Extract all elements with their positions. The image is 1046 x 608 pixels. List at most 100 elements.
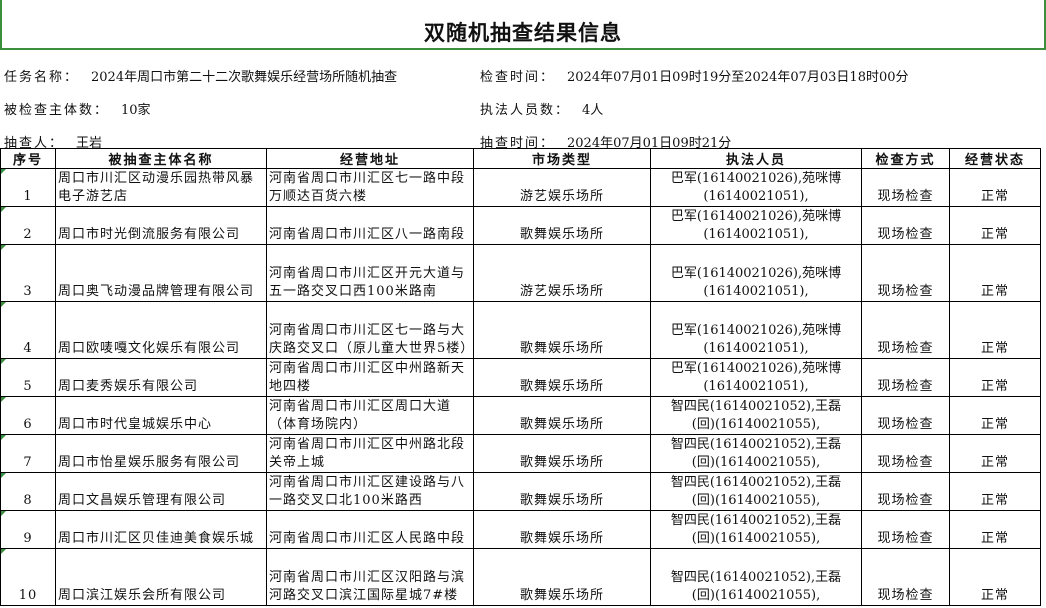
row-name-cell[interactable]: 周口欧唛嘎文化娱乐有限公司: [55, 301, 267, 359]
row-address-cell[interactable]: 河南省周口市川汇区七一路与大庆路交叉口（原儿童大世界5楼）: [266, 301, 474, 359]
row-officers-cell[interactable]: 巴军(16140021026),苑咪博 (16140021051),: [650, 168, 862, 207]
row-address-cell[interactable]: 河南省周口市川汇区中州路新天地四楼: [266, 358, 474, 397]
row-address-cell[interactable]: 河南省周口市川汇区七一路中段万顺达百货六楼: [266, 168, 474, 207]
officer-line-1: 智四民(16140021052),王磊: [670, 399, 842, 414]
row-address-cell[interactable]: 河南省周口市川汇区周口大道（体育场院内）: [266, 396, 474, 435]
row-status-cell[interactable]: 正常: [949, 244, 1041, 302]
row-method-cell[interactable]: 现场检查: [861, 206, 950, 245]
header-seq[interactable]: 序号: [0, 148, 56, 169]
row-officers-cell[interactable]: 智四民(16140021052),王磊 (回)(16140021055),: [650, 548, 862, 606]
title-cell[interactable]: 双随机抽查结果信息: [0, 0, 1046, 50]
table-row: 2 周口市时光倒流服务有限公司 河南省周口市川汇区八一路南段 歌舞娱乐场所 巴军(161…: [0, 206, 1041, 245]
officer-line-2: (回)(16140021055),: [691, 417, 821, 432]
header-market-type[interactable]: 市场类型: [473, 148, 651, 169]
row-method-cell[interactable]: 现场检查: [861, 244, 950, 302]
row-market-type-cell[interactable]: 歌舞娱乐场所: [473, 434, 651, 473]
row-address-cell[interactable]: 河南省周口市川汇区中州路北段关帝上城: [266, 434, 474, 473]
officer-line-2: (16140021051),: [703, 189, 809, 204]
officer-line-2: (回)(16140021055),: [691, 493, 821, 508]
header-method[interactable]: 检查方式: [861, 148, 950, 169]
row-seq-cell[interactable]: 9: [0, 510, 56, 549]
check-time-cell[interactable]: 检查时间： 2024年07月01日09时19分至2024年07月03日18时00分: [480, 66, 909, 85]
row-name-cell[interactable]: 周口市时光倒流服务有限公司: [55, 206, 267, 245]
row-market-type-cell[interactable]: 游艺娱乐场所: [473, 244, 651, 302]
row-market-type-cell[interactable]: 歌舞娱乐场所: [473, 510, 651, 549]
header-status[interactable]: 经营状态: [949, 148, 1041, 169]
row-seq-cell[interactable]: 5: [0, 358, 56, 397]
check-time-value: 2024年07月01日09时19分至2024年07月03日18时00分: [567, 70, 909, 85]
row-name-cell[interactable]: 周口市怡星娱乐服务有限公司: [55, 434, 267, 473]
row-status-cell[interactable]: 正常: [949, 301, 1041, 359]
row-address-cell[interactable]: 河南省周口市川汇区八一路南段: [266, 206, 474, 245]
row-market-type-cell[interactable]: 歌舞娱乐场所: [473, 301, 651, 359]
table-row: 9 周口市川汇区贝佳迪美食娱乐城 河南省周口市川汇区人民路中段 歌舞娱乐场所 智四民(1…: [0, 510, 1041, 549]
row-market-type-cell[interactable]: 歌舞娱乐场所: [473, 472, 651, 511]
header-officers[interactable]: 执法人员: [650, 148, 862, 169]
row-method-cell[interactable]: 现场检查: [861, 548, 950, 606]
row-method-cell[interactable]: 现场检查: [861, 396, 950, 435]
row-name-cell[interactable]: 周口文昌娱乐管理有限公司: [55, 472, 267, 511]
row-status-cell[interactable]: 正常: [949, 472, 1041, 511]
task-name-label: 任务名称：: [4, 70, 80, 85]
row-officers-cell[interactable]: 智四民(16140021052),王磊 (回)(16140021055),: [650, 396, 862, 435]
row-method-cell[interactable]: 现场检查: [861, 358, 950, 397]
row-status-cell[interactable]: 正常: [949, 168, 1041, 207]
row-market-type-cell[interactable]: 歌舞娱乐场所: [473, 548, 651, 606]
row-officers-cell[interactable]: 智四民(16140021052),王磊 (回)(16140021055),: [650, 472, 862, 511]
row-seq-cell[interactable]: 6: [0, 396, 56, 435]
subject-count-cell[interactable]: 被检查主体数： 10家: [4, 99, 151, 118]
row-seq-cell[interactable]: 10: [0, 548, 56, 606]
row-method-cell[interactable]: 现场检查: [861, 301, 950, 359]
task-name-cell[interactable]: 任务名称： 2024年周口市第二十二次歌舞娱乐经营场所随机抽查: [4, 66, 397, 85]
header-name[interactable]: 被抽查主体名称: [55, 148, 267, 169]
row-name-cell[interactable]: 周口麦秀娱乐有限公司: [55, 358, 267, 397]
row-address-cell[interactable]: 河南省周口市川汇区开元大道与五一路交叉口西100米路南: [266, 244, 474, 302]
subject-count-label: 被检查主体数：: [4, 103, 110, 118]
row-officers-cell[interactable]: 巴军(16140021026),苑咪博 (16140021051),: [650, 358, 862, 397]
row-address-cell[interactable]: 河南省周口市川汇区人民路中段: [266, 510, 474, 549]
row-name-cell[interactable]: 周口滨江娱乐会所有限公司: [55, 548, 267, 606]
row-status-cell[interactable]: 正常: [949, 510, 1041, 549]
officer-line-2: (回)(16140021055),: [691, 588, 821, 603]
spreadsheet: 双随机抽查结果信息 任务名称： 2024年周口市第二十二次歌舞娱乐经营场所随机抽查…: [0, 0, 1046, 608]
row-name-cell[interactable]: 周口奥飞动漫品牌管理有限公司: [55, 244, 267, 302]
row-market-type-cell[interactable]: 游艺娱乐场所: [473, 168, 651, 207]
row-seq-cell[interactable]: 4: [0, 301, 56, 359]
row-officers-cell[interactable]: 巴军(16140021026),苑咪博 (16140021051),: [650, 301, 862, 359]
row-seq-cell[interactable]: 1: [0, 168, 56, 207]
row-status-cell[interactable]: 正常: [949, 396, 1041, 435]
row-market-type-cell[interactable]: 歌舞娱乐场所: [473, 358, 651, 397]
row-method-cell[interactable]: 现场检查: [861, 472, 950, 511]
officer-line-2: (16140021051),: [703, 284, 809, 299]
row-officers-cell[interactable]: 智四民(16140021052),王磊 (回)(16140021055),: [650, 510, 862, 549]
officer-line-1: 智四民(16140021052),王磊: [670, 570, 842, 585]
row-name-cell[interactable]: 周口市时代皇城娱乐中心: [55, 396, 267, 435]
row-officers-cell[interactable]: 巴军(16140021026),苑咪博 (16140021051),: [650, 206, 862, 245]
row-seq-cell[interactable]: 7: [0, 434, 56, 473]
row-seq-cell[interactable]: 3: [0, 244, 56, 302]
row-market-type-cell[interactable]: 歌舞娱乐场所: [473, 396, 651, 435]
row-name-cell[interactable]: 周口市川汇区贝佳迪美食娱乐城: [55, 510, 267, 549]
row-address-cell[interactable]: 河南省周口市川汇区汉阳路与滨河路交叉口滨江国际星城7#楼: [266, 548, 474, 606]
row-officers-cell[interactable]: 巴军(16140021026),苑咪博 (16140021051),: [650, 244, 862, 302]
row-seq-cell[interactable]: 8: [0, 472, 56, 511]
row-status-cell[interactable]: 正常: [949, 206, 1041, 245]
officer-count-label: 执法人员数：: [480, 103, 571, 118]
row-status-cell[interactable]: 正常: [949, 434, 1041, 473]
row-officers-cell[interactable]: 智四民(16140021052),王磊 (回)(16140021055),: [650, 434, 862, 473]
row-seq-cell[interactable]: 2: [0, 206, 56, 245]
row-address-cell[interactable]: 河南省周口市川汇区建设路与八一路交叉口北100米路西: [266, 472, 474, 511]
row-status-cell[interactable]: 正常: [949, 358, 1041, 397]
row-method-cell[interactable]: 现场检查: [861, 168, 950, 207]
row-method-cell[interactable]: 现场检查: [861, 434, 950, 473]
row-name-cell[interactable]: 周口市川汇区动漫乐园热带风暴电子游艺店: [55, 168, 267, 207]
officer-count-cell[interactable]: 执法人员数： 4人: [480, 99, 603, 118]
officer-count-value: 4人: [582, 103, 604, 118]
header-address[interactable]: 经营地址: [266, 148, 474, 169]
row-market-type-cell[interactable]: 歌舞娱乐场所: [473, 206, 651, 245]
table-row: 5 周口麦秀娱乐有限公司 河南省周口市川汇区中州路新天地四楼 歌舞娱乐场所 巴军(161…: [0, 358, 1041, 397]
table-row: 7 周口市怡星娱乐服务有限公司 河南省周口市川汇区中州路北段关帝上城 歌舞娱乐场所 智四…: [0, 434, 1041, 473]
row-method-cell[interactable]: 现场检查: [861, 510, 950, 549]
table-row: 1 周口市川汇区动漫乐园热带风暴电子游艺店 河南省周口市川汇区七一路中段万顺达百货六…: [0, 168, 1041, 207]
row-status-cell[interactable]: 正常: [949, 548, 1041, 606]
